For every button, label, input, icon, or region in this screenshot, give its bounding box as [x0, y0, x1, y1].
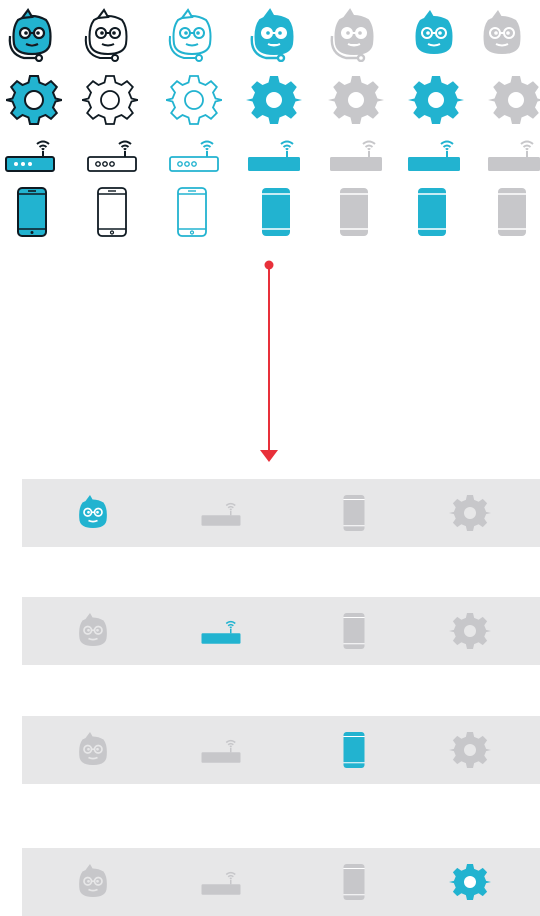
tab-bar-router-active — [22, 597, 540, 665]
tab-bot[interactable] — [72, 610, 114, 652]
router-icon — [201, 610, 241, 644]
router-icon — [486, 126, 540, 182]
tab-settings[interactable] — [449, 729, 491, 771]
phone-icon — [4, 184, 60, 240]
router-icon — [201, 861, 241, 895]
gear-icon — [408, 72, 464, 128]
gear-icon — [449, 729, 491, 771]
bot-icon — [72, 610, 114, 652]
phone-icon — [404, 184, 460, 240]
router-icon — [84, 126, 140, 182]
gear-icon — [488, 72, 540, 128]
bot-icon — [72, 861, 114, 903]
tab-phone[interactable] — [333, 861, 375, 903]
icon-sheet — [0, 0, 540, 250]
gear-icon — [246, 72, 302, 128]
router-icon — [246, 126, 302, 182]
tab-bot[interactable] — [72, 492, 114, 534]
tab-router[interactable] — [200, 861, 242, 903]
bot-icon — [72, 729, 114, 771]
gear-icon — [449, 492, 491, 534]
phone-icon — [343, 492, 365, 534]
bot-icon — [72, 492, 114, 534]
tab-router[interactable] — [200, 492, 242, 534]
arrow-head — [260, 450, 278, 462]
tab-bot[interactable] — [72, 729, 114, 771]
tab-phone[interactable] — [333, 492, 375, 534]
tab-router[interactable] — [200, 610, 242, 652]
router-icon — [328, 126, 384, 182]
tab-bot[interactable] — [72, 861, 114, 903]
tab-phone[interactable] — [333, 729, 375, 771]
tab-bar-phone-active — [22, 716, 540, 784]
tab-settings[interactable] — [449, 610, 491, 652]
phone-icon — [343, 729, 365, 771]
phone-icon — [84, 184, 140, 240]
bot-icon — [326, 6, 382, 62]
tab-settings[interactable] — [449, 492, 491, 534]
tab-phone[interactable] — [333, 610, 375, 652]
bot-icon — [164, 6, 220, 62]
tab-settings[interactable] — [449, 861, 491, 903]
phone-icon — [343, 610, 365, 652]
gear-icon — [166, 72, 222, 128]
arrow-start-dot — [264, 260, 274, 270]
gear-icon — [6, 72, 62, 128]
phone-icon — [326, 184, 382, 240]
tab-bar-bot-active — [22, 479, 540, 547]
gear-icon — [449, 610, 491, 652]
tab-bar-settings-active — [22, 848, 540, 916]
router-icon — [2, 126, 58, 182]
router-icon — [166, 126, 222, 182]
phone-icon — [164, 184, 220, 240]
gear-icon — [449, 861, 491, 903]
bot-icon — [246, 6, 302, 62]
router-icon — [201, 492, 241, 526]
bot-icon — [406, 6, 462, 62]
router-icon — [201, 729, 241, 763]
router-icon — [406, 126, 462, 182]
tab-router[interactable] — [200, 729, 242, 771]
phone-icon — [484, 184, 540, 240]
bot-icon — [80, 6, 136, 62]
bot-icon — [4, 6, 60, 62]
bot-icon — [474, 6, 530, 62]
gear-icon — [82, 72, 138, 128]
phone-icon — [248, 184, 304, 240]
gear-icon — [328, 72, 384, 128]
phone-icon — [343, 861, 365, 903]
